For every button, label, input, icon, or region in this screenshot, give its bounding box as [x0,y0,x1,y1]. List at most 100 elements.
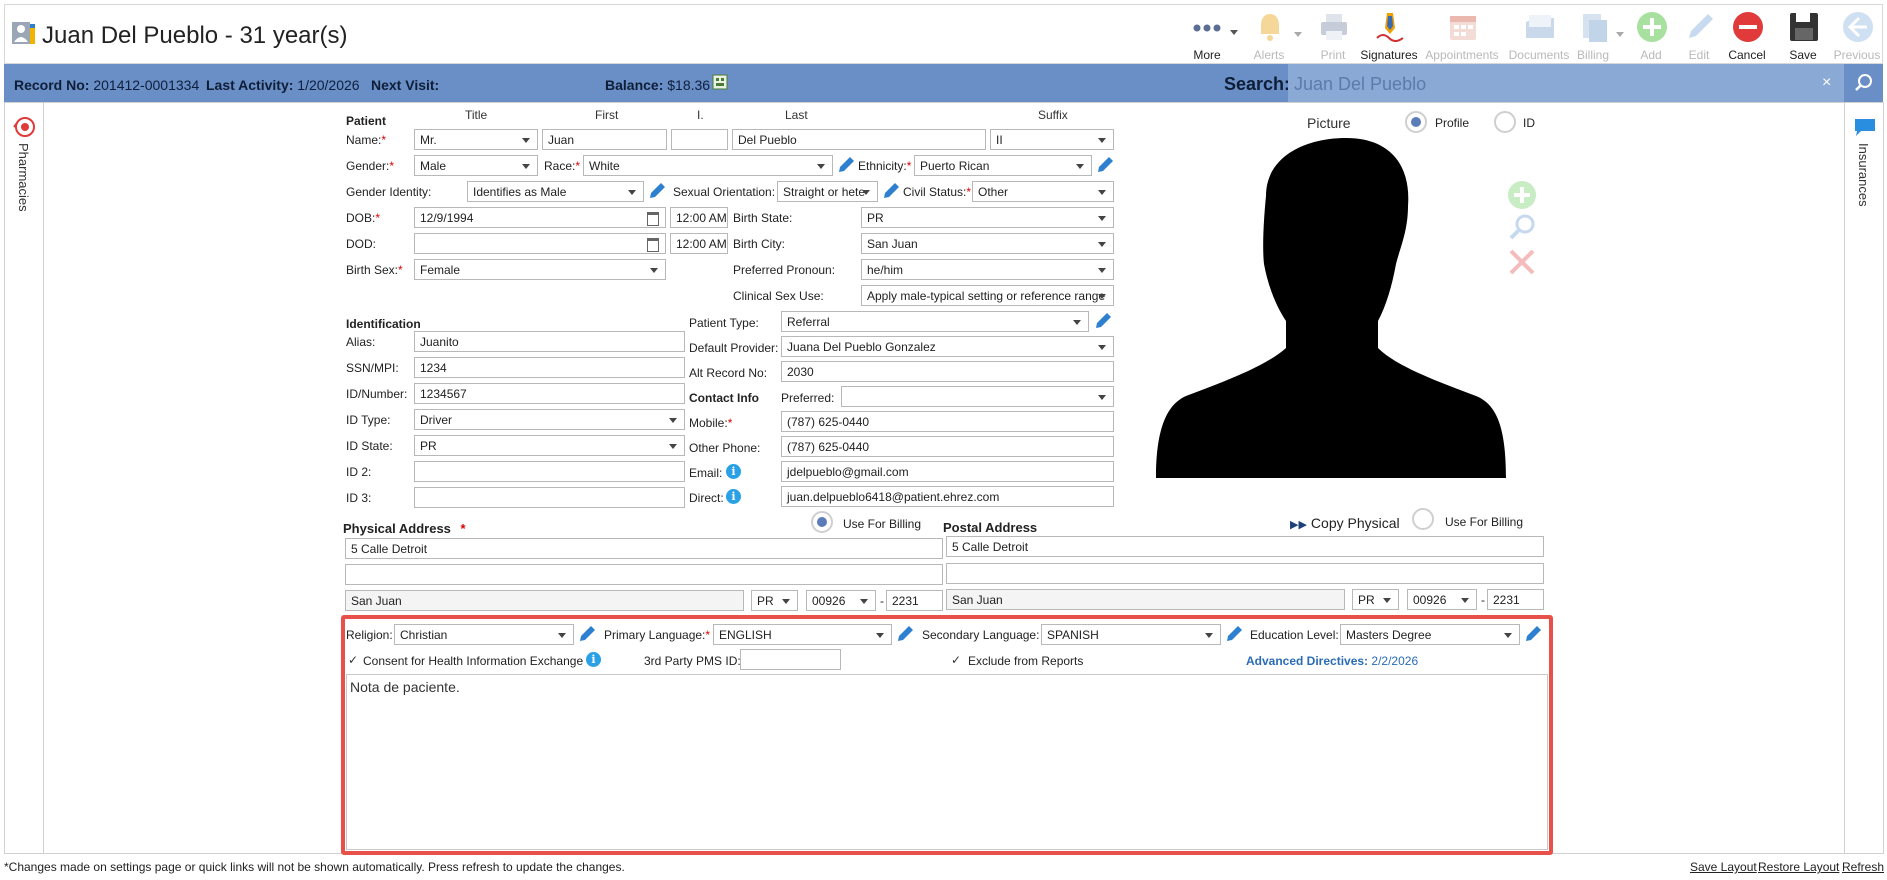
search-button[interactable] [1844,64,1883,102]
ssn-input[interactable]: 1234 [414,357,685,378]
physical-zip-select[interactable]: 00926 [806,590,876,611]
consent-checkbox[interactable]: ✓ [348,654,360,666]
alias-label: Alias: [346,335,376,349]
copy-physical-button[interactable]: ▶▶ Copy Physical [1290,515,1400,531]
direct-email-input[interactable]: juan.delpueblo6418@patient.ehrez.com [781,486,1114,507]
id-state-select[interactable]: PR [414,435,685,456]
gender-identity-select[interactable]: Identifies as Male [467,181,644,202]
mobile-input[interactable]: (787) 625-0440 [781,411,1114,432]
ethnicity-edit-pencil-icon[interactable] [1096,156,1114,174]
title-select[interactable]: Mr. [414,129,538,150]
postal-use-billing-radio[interactable] [1412,508,1434,530]
id-number-input[interactable]: 1234567 [414,383,685,404]
physical-use-billing-radio[interactable] [811,511,833,533]
dob-date-input[interactable]: 12/9/1994 [414,207,666,228]
profile-radio[interactable] [1405,111,1427,133]
alerts-chevron-icon[interactable] [1294,32,1302,37]
refresh-link[interactable]: Refresh [1842,860,1884,874]
pharmacies-panel[interactable]: Pharmacies [4,102,44,854]
physical-address-line2-input[interactable] [345,564,943,585]
id-radio[interactable] [1494,111,1516,133]
physical-city-input[interactable]: San Juan [345,590,744,611]
save-layout-link[interactable]: Save Layout [1690,860,1757,874]
identification-section-title: Identification [346,317,421,331]
primary-language-edit-pencil-icon[interactable] [896,625,914,643]
alerts-button[interactable]: Alerts [1238,6,1300,62]
education-level-select[interactable]: Masters Degree [1340,624,1520,645]
appointments-button[interactable]: Appointments [1425,6,1499,62]
exclude-reports-checkbox[interactable]: ✓ [951,654,963,666]
physical-state-select[interactable]: PR [751,590,798,611]
zoom-photo-icon[interactable] [1507,212,1537,247]
preferred-contact-select[interactable] [841,386,1114,407]
physical-zip-dash: - [880,594,884,608]
patient-type-edit-pencil-icon[interactable] [1094,312,1112,330]
previous-button[interactable]: Previous [1826,6,1887,62]
email-input[interactable]: jdelpueblo@gmail.com [781,461,1114,482]
race-edit-pencil-icon[interactable] [837,156,855,174]
last-name-input[interactable]: Del Pueblo [732,129,986,150]
default-provider-select[interactable]: Juana Del Pueblo Gonzalez [781,336,1114,357]
postal-zip-dash: - [1481,593,1485,607]
postal-address-line2-input[interactable] [946,563,1544,584]
birth-state-select[interactable]: PR [861,207,1114,228]
balance: Balance: $18.36 [605,77,711,93]
add-photo-icon[interactable] [1507,180,1537,215]
insurances-panel[interactable]: Insurances [1844,102,1884,854]
education-edit-pencil-icon[interactable] [1524,625,1542,643]
cancel-circle-icon [1731,10,1765,44]
consent-info-icon[interactable]: i [586,652,601,667]
gender-identity-edit-pencil-icon[interactable] [648,182,666,200]
suffix-select[interactable]: II [990,129,1114,150]
preferred-pronoun-select[interactable]: he/him [861,259,1114,280]
pms-id-input[interactable] [740,649,841,670]
direct-info-icon[interactable]: i [726,489,741,504]
postal-zip-select[interactable]: 00926 [1407,589,1477,610]
physical-zip4-input[interactable]: 2231 [886,590,943,611]
physical-address-line1-input[interactable]: 5 Calle Detroit [345,538,943,559]
search-input[interactable]: Juan Del Pueblo [1288,64,1844,102]
signatures-button[interactable]: Signatures [1358,6,1420,62]
dob-time-input[interactable]: 12:00 AM [670,207,728,228]
postal-city-input[interactable]: San Juan [946,589,1345,610]
patient-note-textarea[interactable]: Nota de paciente. [346,674,1548,850]
sexual-orientation-select[interactable]: Straight or hete [777,181,878,202]
postal-address-line1-input[interactable]: 5 Calle Detroit [946,536,1544,557]
dob-label: DOB:* [346,211,381,225]
other-phone-input[interactable]: (787) 625-0440 [781,436,1114,457]
dod-time-input[interactable]: 12:00 AM [670,233,728,254]
delete-photo-icon[interactable] [1507,247,1537,282]
id-type-select[interactable]: Driver [414,409,685,430]
birth-city-select[interactable]: San Juan [861,233,1114,254]
religion-select[interactable]: Christian [394,624,574,645]
advanced-directives-link[interactable]: Advanced Directives: 2/2/2026 [1246,654,1418,668]
race-select[interactable]: White [583,155,833,176]
first-name-input[interactable]: Juan [542,129,667,150]
postal-address-label: Postal Address [943,520,1038,535]
secondary-language-edit-pencil-icon[interactable] [1225,625,1243,643]
patient-type-select[interactable]: Referral [781,311,1089,332]
secondary-language-select[interactable]: SPANISH [1041,624,1221,645]
ethnicity-select[interactable]: Puerto Rican [914,155,1092,176]
alt-record-input[interactable]: 2030 [781,361,1114,382]
search-clear-icon[interactable]: × [1822,74,1831,92]
clinical-sex-use-select[interactable]: Apply male-typical setting or reference … [861,285,1114,306]
dod-date-input[interactable] [414,233,666,254]
postal-zip4-input[interactable]: 2231 [1487,589,1544,610]
id3-input[interactable] [414,487,685,508]
education-level-label: Education Level: [1250,628,1339,642]
gender-select[interactable]: Male [414,155,538,176]
postal-state-select[interactable]: PR [1352,589,1399,610]
civil-status-select[interactable]: Other [972,181,1114,202]
id2-input[interactable] [414,461,685,482]
email-info-icon[interactable]: i [726,464,741,479]
birth-sex-select[interactable]: Female [414,259,666,280]
restore-layout-link[interactable]: Restore Layout [1758,860,1839,874]
middle-initial-input[interactable] [671,129,728,150]
religion-edit-pencil-icon[interactable] [578,625,596,643]
more-chevron-icon[interactable] [1230,30,1238,35]
alias-input[interactable]: Juanito [414,331,685,352]
orientation-edit-pencil-icon[interactable] [882,182,900,200]
primary-language-select[interactable]: ENGLISH [713,624,892,645]
balance-ledger-icon[interactable] [712,74,728,90]
